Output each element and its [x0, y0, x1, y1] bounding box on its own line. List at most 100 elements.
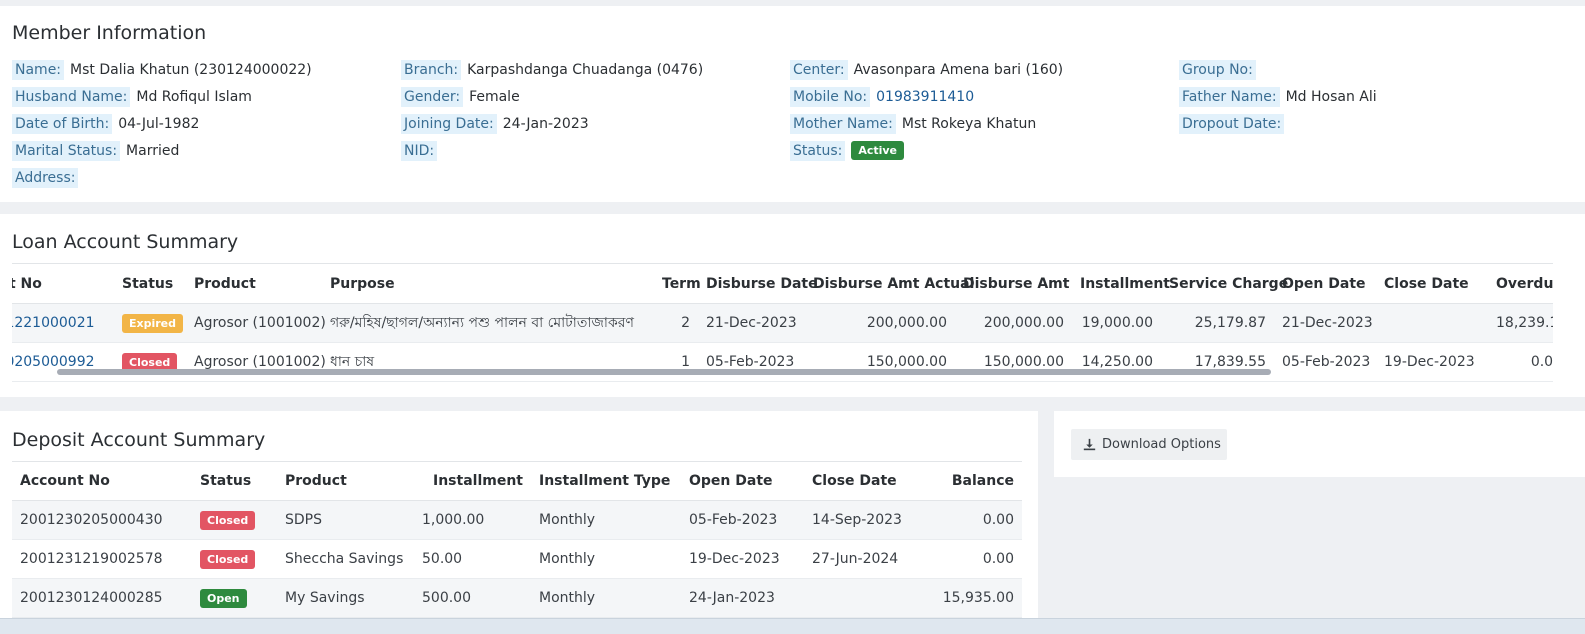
deposit-table: Account No Status Product Installment In… — [12, 461, 1022, 618]
info-gender: Gender: Female — [401, 83, 703, 110]
deposit-account-link[interactable]: 2001230124000285 — [12, 578, 192, 618]
loan-service-charge: 17,839.55 — [1161, 342, 1274, 382]
loan-disburse-amt: 200,000.00 — [955, 303, 1072, 343]
table-row: 2001231221000021 Expired Agrosor (100100… — [12, 303, 1553, 343]
deposit-open-date: 05-Feb-2023 — [681, 500, 804, 540]
deposit-account-link[interactable]: 2001230205000430 — [12, 500, 192, 540]
download-options-label: Download Options — [1102, 437, 1221, 452]
loan-open-date: 05-Feb-2023 — [1274, 342, 1376, 382]
deposit-product: SDPS — [277, 500, 414, 540]
loan-disburse-date: 21-Dec-2023 — [698, 303, 805, 343]
loan-table: Account No Status Product Purpose Term D… — [12, 263, 1553, 382]
deposit-close-date: 14-Sep-2023 — [804, 500, 921, 540]
loan-overdue: 18,239.18 — [1488, 303, 1553, 343]
loan-overdue: 0.00 — [1488, 342, 1553, 382]
info-address: Address: — [12, 164, 312, 191]
side-panel: Download Options — [1054, 411, 1585, 477]
deposit-open-date: 24-Jan-2023 — [681, 578, 804, 618]
deposit-balance: 0.00 — [921, 500, 1022, 540]
info-status: Status: Active — [790, 137, 1063, 164]
loan-disburse-amt-actual: 150,000.00 — [805, 342, 955, 382]
deposit-installment: 50.00 — [414, 539, 531, 579]
loan-disburse-amt: 150,000.00 — [955, 342, 1072, 382]
col-installment[interactable]: Installment — [1072, 263, 1170, 304]
col-service-charge[interactable]: Service Charge — [1161, 263, 1288, 304]
info-group-no: Group No: — [1179, 56, 1377, 83]
loan-account-link[interactable]: 2001231221000021 — [12, 303, 114, 343]
deposit-product: My Savings — [277, 578, 414, 618]
col-product[interactable]: Product — [186, 263, 322, 304]
loan-product: Agrosor (1001002) — [186, 303, 326, 343]
loan-account-summary-title: Loan Account Summary — [12, 231, 239, 253]
loan-table-scroll-area[interactable]: Account No Status Product Purpose Term D… — [12, 263, 1553, 397]
bottom-bar — [0, 618, 1585, 634]
deposit-installment: 1,000.00 — [414, 500, 531, 540]
col-overdue[interactable]: Overdue — [1488, 263, 1553, 304]
col-status[interactable]: Status — [114, 263, 186, 304]
col-status[interactable]: Status — [192, 461, 277, 501]
loan-disburse-date: 05-Feb-2023 — [698, 342, 805, 382]
info-father-name: Father Name: Md Hosan Ali — [1179, 83, 1377, 110]
loan-purpose: গরু/মহিষ/ছাগল/অন্যান্য পশু পালন বা মোটাত… — [322, 303, 654, 343]
col-installment[interactable]: Installment — [414, 461, 531, 501]
deposit-balance: 0.00 — [921, 539, 1022, 579]
deposit-account-summary-title: Deposit Account Summary — [12, 429, 266, 451]
member-info-col-4: Group No: Father Name: Md Hosan Ali Dropo… — [1179, 56, 1377, 137]
col-disburse-amt-actual[interactable]: Disburse Amt Actual — [805, 263, 974, 304]
info-center: Center: Avasonpara Amena bari (160) — [790, 56, 1063, 83]
info-dropout-date: Dropout Date: — [1179, 110, 1377, 137]
info-branch: Branch: Karpashdanga Chuadanga (0476) — [401, 56, 703, 83]
loan-term: 1 — [654, 342, 698, 382]
col-disburse-amt[interactable]: Disburse Amt — [955, 263, 1072, 304]
col-purpose[interactable]: Purpose — [322, 263, 654, 304]
loan-close-date — [1376, 303, 1488, 343]
loan-disburse-amt-actual: 200,000.00 — [805, 303, 955, 343]
mobile-number-link[interactable]: 01983911410 — [876, 89, 974, 105]
col-close-date[interactable]: Close Date — [1376, 263, 1488, 304]
member-info-col-1: Name: Mst Dalia Khatun (230124000022) Hus… — [12, 56, 312, 191]
status-badge: Closed — [200, 510, 256, 530]
col-open-date[interactable]: Open Date — [681, 461, 804, 501]
deposit-table-header-row: Account No Status Product Installment In… — [12, 461, 1022, 501]
col-balance[interactable]: Balance — [921, 461, 1022, 501]
deposit-account-link[interactable]: 2001231219002578 — [12, 539, 192, 579]
col-account-no[interactable]: Account No — [12, 461, 192, 501]
table-row: 2001231219002578 Closed Sheccha Savings … — [12, 539, 1022, 579]
download-icon — [1083, 438, 1096, 451]
deposit-account-summary-card: Deposit Account Summary Account No Statu… — [0, 411, 1038, 634]
deposit-close-date — [804, 578, 921, 618]
col-product[interactable]: Product — [277, 461, 414, 501]
status-badge: Active — [851, 141, 905, 160]
deposit-installment: 500.00 — [414, 578, 531, 618]
loan-installment: 19,000.00 — [1072, 303, 1161, 343]
col-close-date[interactable]: Close Date — [804, 461, 921, 501]
col-disburse-date[interactable]: Disburse Date — [698, 263, 818, 304]
loan-product: Agrosor (1001002) — [186, 342, 326, 382]
col-installment-type[interactable]: Installment Type — [531, 461, 681, 501]
col-open-date[interactable]: Open Date — [1274, 263, 1376, 304]
deposit-installment-type: Monthly — [531, 500, 681, 540]
info-name: Name: Mst Dalia Khatun (230124000022) — [12, 56, 312, 83]
deposit-balance: 15,935.00 — [921, 578, 1022, 618]
member-info-col-3: Center: Avasonpara Amena bari (160) Mobil… — [790, 56, 1063, 164]
info-nid: NID: — [401, 137, 703, 164]
col-term[interactable]: Term — [654, 263, 701, 304]
status-badge: Expired — [122, 313, 184, 333]
member-info-col-2: Branch: Karpashdanga Chuadanga (0476) Gen… — [401, 56, 703, 164]
loan-term: 2 — [654, 303, 698, 343]
deposit-installment-type: Monthly — [531, 539, 681, 579]
deposit-installment-type: Monthly — [531, 578, 681, 618]
table-row: 2001230124000285 Open My Savings 500.00 … — [12, 578, 1022, 618]
info-date-of-birth: Date of Birth: 04-Jul-1982 — [12, 110, 312, 137]
info-husband-name: Husband Name: Md Rofiqul Islam — [12, 83, 312, 110]
loan-account-link[interactable]: 2001230205000992 — [12, 342, 114, 382]
col-account-no[interactable]: Account No — [12, 263, 114, 304]
loan-table-horizontal-scrollbar[interactable] — [57, 369, 1271, 375]
loan-open-date: 21-Dec-2023 — [1274, 303, 1376, 343]
table-row: 2001230205000992 Closed Agrosor (1001002… — [12, 342, 1553, 382]
status-badge: Open — [200, 588, 247, 608]
download-options-button[interactable]: Download Options — [1071, 429, 1227, 460]
status-badge: Closed — [200, 549, 256, 569]
deposit-open-date: 19-Dec-2023 — [681, 539, 804, 579]
member-information-card: Member Information Name: Mst Dalia Khatun… — [0, 6, 1585, 202]
